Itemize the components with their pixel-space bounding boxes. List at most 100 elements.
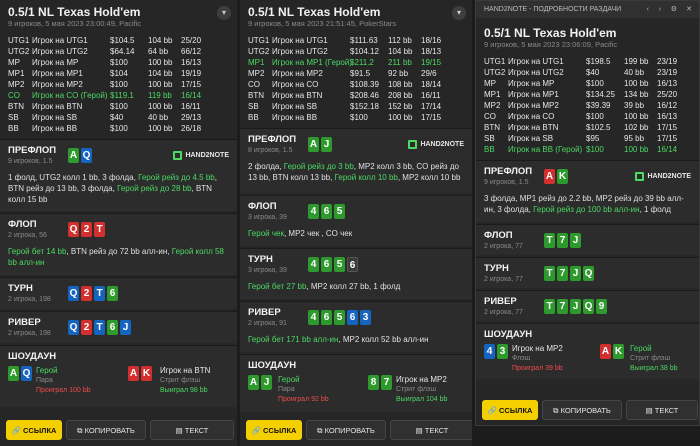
gear-icon[interactable]: ⚙	[671, 1, 677, 18]
player-row[interactable]: UTG1 Игрок на UTG1 $111.63 112 bb 18/16	[248, 35, 464, 46]
board-cards: Q2T	[68, 222, 105, 237]
window-titlebar: HAND2NOTE - ПОДРОБНОСТИ РАЗДАЧИ ‹ › ⚙ ✕	[476, 1, 699, 18]
player-pos: MP2	[8, 80, 25, 89]
close-icon[interactable]: ✕	[686, 1, 692, 18]
player-row[interactable]: MP1 Игрок на MP1 $104 104 bb 19/19	[8, 68, 229, 79]
player-ratio: 18/13	[421, 47, 442, 56]
chevron-down-icon[interactable]: ▾	[452, 6, 466, 20]
player-stack: $100	[586, 145, 604, 154]
player-row[interactable]: CO Игрок на CO $100 100 bb 16/13	[484, 111, 691, 122]
player-row[interactable]: BTN Игрок на BTN $208.46 208 bb 16/11	[248, 90, 464, 101]
hero-cards: AK	[544, 169, 568, 184]
flop-section: ФЛОП 3 игрока, 39 465 Герой чек, MP2 чек…	[240, 195, 472, 246]
street-actions: 2 фолда, Герой рейз до 3 bb, MP2 колл 3 …	[248, 162, 461, 182]
player-pos: MP1	[248, 58, 265, 67]
player-row[interactable]: MP1 Игрок на MP1 $134.25 134 bb 25/20	[484, 89, 691, 100]
copy-button[interactable]: ⧉ КОПИРОВАТЬ	[542, 400, 622, 420]
player-stack: $40	[586, 68, 600, 77]
player-name: Игрок на UTG1	[32, 36, 88, 45]
player-row[interactable]: MP2 Игрок на MP2 $39.39 39 bb 16/12	[484, 100, 691, 111]
street-actions: 3 фолда, MP1 рейз до 2.2 bb, MP2 рейз до…	[484, 194, 684, 214]
player-row[interactable]: UTG2 Игрок на UTG2 $64.14 64 bb 66/12	[8, 46, 229, 57]
player-bb: 152 bb	[388, 102, 413, 111]
hero-showdown-cards: AJ	[248, 375, 272, 390]
player-stack: $104.12	[350, 47, 379, 56]
card: J	[570, 266, 581, 281]
player-row[interactable]: UTG1 Игрок на UTG1 $198.5 199 bb 23/19	[484, 56, 691, 67]
text-button[interactable]: ▤ ТЕКСТ	[626, 400, 698, 420]
player-row[interactable]: MP Игрок на MP $100 100 bb 16/13	[484, 78, 691, 89]
player-pos: UTG1	[248, 36, 270, 45]
player-ratio: 29/6	[421, 69, 437, 78]
game-title: 0.5/1 NL Texas Hold'em	[484, 26, 617, 40]
player-row[interactable]: UTG2 Игрок на UTG2 $40 40 bb 23/19	[484, 67, 691, 78]
player-stack: $100	[110, 124, 128, 133]
player-bb: 64 bb	[148, 47, 169, 56]
player-row[interactable]: BB Игрок на BB $100 100 bb 17/15	[248, 112, 464, 123]
card: 6	[321, 257, 332, 272]
back-icon[interactable]: ‹	[647, 1, 649, 18]
player-stack: $104	[110, 69, 128, 78]
street-actions: Герой бет 27 bb, MP2 колл 27 bb, 1 фолд	[248, 282, 401, 291]
card: A	[544, 169, 555, 184]
copy-button[interactable]: ⧉ КОПИРОВАТЬ	[306, 420, 386, 440]
player-row[interactable]: BB Игрок на BB $100 100 bb 26/18	[8, 123, 229, 134]
card: 6	[321, 204, 332, 219]
player-ratio: 18/16	[421, 36, 442, 45]
player-row[interactable]: SB Игрок на SB $40 40 bb 29/13	[8, 112, 229, 123]
text-button[interactable]: ▤ ТЕКСТ	[150, 420, 234, 440]
hero-result: Герой Пара Проиграл 100 bb	[36, 366, 91, 394]
player-bb: 100 bb	[148, 58, 173, 67]
player-row[interactable]: SB Игрок на SB $152.18 152 bb 17/14	[248, 101, 464, 112]
board-cards: 4656	[308, 257, 358, 272]
player-name: Игрок на MP1	[32, 69, 83, 78]
player-row[interactable]: BTN Игрок на BTN $102.5 102 bb 17/15	[484, 122, 691, 133]
turn-section: ТУРН 3 игрока, 39 4656 Герой бет 27 bb, …	[240, 248, 472, 299]
player-name: Игрок на MP1 (Герой)	[272, 58, 352, 67]
street-title: ТУРН	[8, 283, 33, 294]
link-button[interactable]: 🔗 ССЫЛКА	[246, 420, 302, 440]
player-row[interactable]: SB Игрок на SB $95 95 bb 17/15	[484, 133, 691, 144]
player-stack: $108.39	[350, 80, 379, 89]
hand-panel-3: HAND2NOTE - ПОДРОБНОСТИ РАЗДАЧИ ‹ › ⚙ ✕ …	[475, 0, 700, 426]
link-button[interactable]: 🔗 ССЫЛКА	[6, 420, 62, 440]
copy-button[interactable]: ⧉ КОПИРОВАТЬ	[66, 420, 146, 440]
villain-showdown-cards: 43	[484, 344, 508, 359]
street-title: ШОУДАУН	[484, 329, 533, 340]
card: 4	[308, 204, 319, 219]
logo-icon	[635, 172, 645, 181]
hand2note-logo: HAND2NOTE	[408, 140, 464, 149]
card: 7	[557, 299, 568, 314]
action-buttons: 🔗 ССЫЛКА ⧉ КОПИРОВАТЬ ▤ ТЕКСТ	[482, 400, 698, 420]
player-row[interactable]: UTG2 Игрок на UTG2 $104.12 104 bb 18/13	[248, 46, 464, 57]
villain-showdown-cards: AK	[128, 366, 152, 381]
text-button[interactable]: ▤ ТЕКСТ	[390, 420, 472, 440]
player-stack: $100	[586, 79, 604, 88]
link-button[interactable]: 🔗 ССЫЛКА	[482, 400, 538, 420]
player-stack: $64.14	[110, 47, 135, 56]
chevron-down-icon[interactable]: ▾	[217, 6, 231, 20]
players-table: UTG1 Игрок на UTG1 $111.63 112 bb 18/16 UTG2 И…	[240, 33, 472, 123]
street-info: 2 игрока, 198	[8, 296, 51, 303]
card: 3	[497, 344, 508, 359]
player-row[interactable]: BB Игрок на BB (Герой) $100 100 bb 16/14	[484, 144, 691, 155]
player-row[interactable]: UTG1 Игрок на UTG1 $104.5 104 bb 25/20	[8, 35, 229, 46]
player-bb: 100 bb	[624, 79, 649, 88]
player-pos: BB	[248, 113, 259, 122]
player-ratio: 19/15	[421, 58, 442, 67]
player-pos: UTG1	[8, 36, 30, 45]
player-name: Игрок на UTG2	[508, 68, 564, 77]
player-row[interactable]: MP2 Игрок на MP2 $100 100 bb 17/15	[8, 79, 229, 90]
hand-panel-1: 0.5/1 NL Texas Hold'em 9 игроков, 5 мая …	[0, 0, 237, 446]
player-row[interactable]: CO Игрок на CO (Герой) $119.1 119 bb 16/14	[8, 90, 229, 101]
player-bb: 100 bb	[148, 80, 173, 89]
player-bb: 104 bb	[388, 47, 413, 56]
street-info: 2 игрока, 77	[484, 243, 523, 250]
player-row[interactable]: CO Игрок на CO $108.39 108 bb 18/14	[248, 79, 464, 90]
player-row[interactable]: BTN Игрок на BTN $100 100 bb 16/11	[8, 101, 229, 112]
forward-icon[interactable]: ›	[659, 1, 661, 18]
player-row[interactable]: MP2 Игрок на MP2 $91.5 92 bb 29/6	[248, 68, 464, 79]
player-row[interactable]: MP1 Игрок на MP1 (Герой) $211.2 211 bb 19/15	[248, 57, 464, 68]
player-bb: 208 bb	[388, 91, 413, 100]
player-row[interactable]: MP Игрок на MP $100 100 bb 16/13	[8, 57, 229, 68]
